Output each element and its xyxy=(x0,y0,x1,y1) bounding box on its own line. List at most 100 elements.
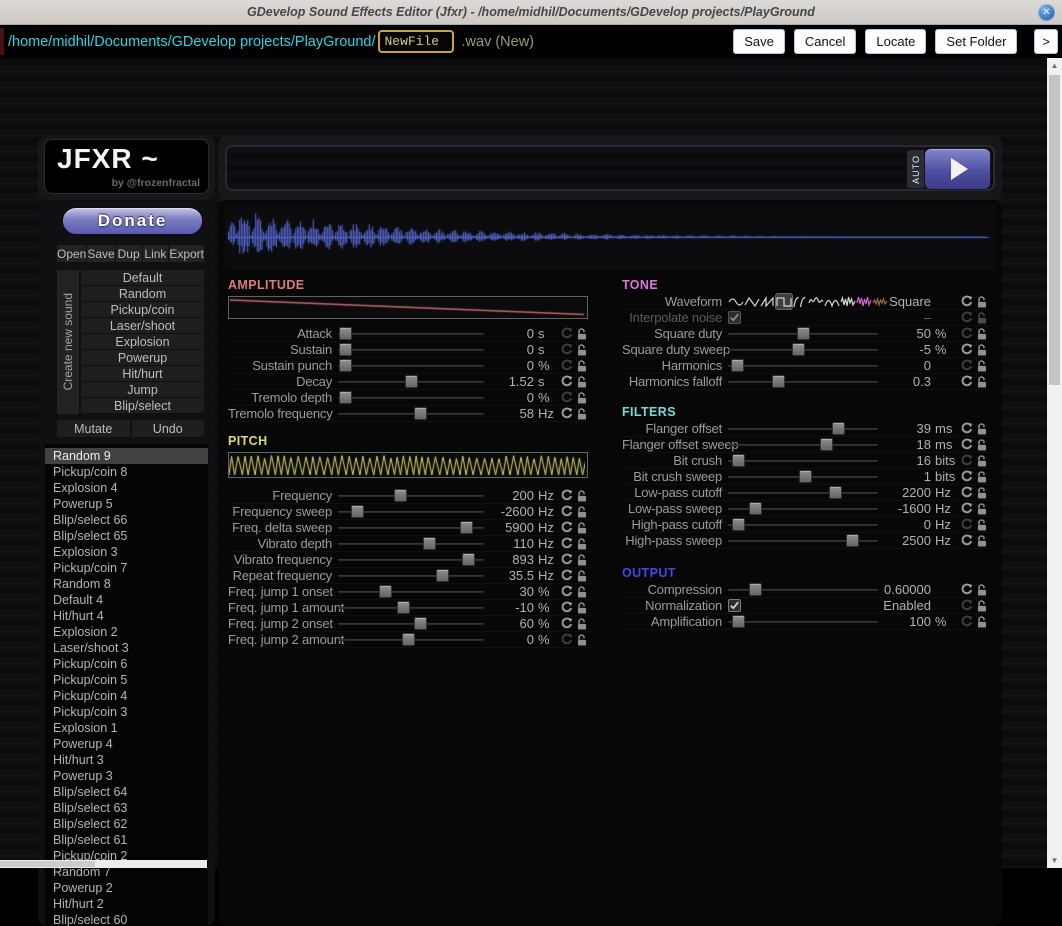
slider-thumb[interactable] xyxy=(731,359,744,372)
lock-open-icon[interactable] xyxy=(975,343,988,357)
lock-open-icon[interactable] xyxy=(975,359,988,373)
undo-button[interactable]: Undo xyxy=(132,420,205,437)
lock-open-icon[interactable] xyxy=(575,553,588,567)
lock-open-icon[interactable] xyxy=(975,599,988,613)
slider-track[interactable] xyxy=(728,358,878,374)
sound-list-item[interactable]: Blip/select 62 xyxy=(45,816,208,832)
slider-track[interactable] xyxy=(338,600,484,616)
reset-icon[interactable] xyxy=(560,375,573,389)
sound-list-item[interactable]: Pickup/coin 6 xyxy=(45,656,208,672)
sound-list-item[interactable]: Pickup/coin 7 xyxy=(45,560,208,576)
sound-list-item[interactable]: Pickup/coin 8 xyxy=(45,464,208,480)
slider-track[interactable] xyxy=(728,614,878,630)
lock-open-icon[interactable] xyxy=(975,454,988,468)
slider-track[interactable] xyxy=(728,342,878,358)
preset-pickup-coin[interactable]: Pickup/coin xyxy=(81,302,204,317)
lock-open-icon[interactable] xyxy=(975,502,988,516)
waveform-whitenoise-icon[interactable] xyxy=(840,294,856,309)
reset-icon[interactable] xyxy=(560,359,573,373)
sound-list-item[interactable]: Blip/select 66 xyxy=(45,512,208,528)
sound-list-item[interactable]: Blip/select 65 xyxy=(45,528,208,544)
slider-track[interactable] xyxy=(338,536,484,552)
preset-explosion[interactable]: Explosion xyxy=(81,334,204,349)
slider-thumb[interactable] xyxy=(405,375,418,388)
slider-thumb[interactable] xyxy=(414,407,427,420)
sound-list-item[interactable]: Hit/hurt 2 xyxy=(45,896,208,912)
reset-icon[interactable] xyxy=(560,521,573,535)
reset-icon[interactable] xyxy=(960,599,973,613)
vertical-scrollbar-thumb[interactable] xyxy=(1049,75,1060,385)
sound-list-item[interactable]: Blip/select 64 xyxy=(45,784,208,800)
lock-open-icon[interactable] xyxy=(575,633,588,647)
playback-progress-bar[interactable]: AUTO xyxy=(225,145,995,191)
slider-track[interactable] xyxy=(728,469,878,485)
reset-icon[interactable] xyxy=(560,327,573,341)
interpolate-noise-checkbox[interactable] xyxy=(728,311,741,324)
slider-thumb[interactable] xyxy=(792,343,805,356)
reset-icon[interactable] xyxy=(960,583,973,597)
waveform-triangle-icon[interactable] xyxy=(744,294,760,309)
reset-icon[interactable] xyxy=(560,343,573,357)
lock-open-icon[interactable] xyxy=(575,521,588,535)
reset-icon[interactable] xyxy=(560,391,573,405)
waveform-tangent-icon[interactable] xyxy=(792,294,808,309)
slider-thumb[interactable] xyxy=(339,343,352,356)
reset-icon[interactable] xyxy=(960,343,973,357)
slider-track[interactable] xyxy=(728,533,878,549)
lock-open-icon[interactable] xyxy=(975,486,988,500)
sound-list-item[interactable]: Explosion 3 xyxy=(45,544,208,560)
lock-open-icon[interactable] xyxy=(575,601,588,615)
reset-icon[interactable] xyxy=(560,617,573,631)
waveform-sine-icon[interactable] xyxy=(728,294,744,309)
waveform-brownnoise-icon[interactable] xyxy=(872,294,888,309)
reset-icon[interactable] xyxy=(560,537,573,551)
lock-open-icon[interactable] xyxy=(975,470,988,484)
reset-icon[interactable] xyxy=(960,295,973,309)
slider-thumb[interactable] xyxy=(749,583,762,596)
sound-list-item[interactable]: Powerup 3 xyxy=(45,768,208,784)
slider-thumb[interactable] xyxy=(414,617,427,630)
lock-open-icon[interactable] xyxy=(575,489,588,503)
slider-thumb[interactable] xyxy=(436,569,449,582)
slider-track[interactable] xyxy=(728,582,878,598)
slider-thumb[interactable] xyxy=(394,489,407,502)
reset-icon[interactable] xyxy=(560,505,573,519)
waveform-breaker-icon[interactable] xyxy=(824,294,840,309)
preset-powerup[interactable]: Powerup xyxy=(81,350,204,365)
slider-thumb[interactable] xyxy=(749,502,762,515)
slider-thumb[interactable] xyxy=(423,537,436,550)
lock-open-icon[interactable] xyxy=(975,295,988,309)
locate-button[interactable]: Locate xyxy=(865,29,926,54)
reset-icon[interactable] xyxy=(960,359,973,373)
lock-open-icon[interactable] xyxy=(575,617,588,631)
sound-list-item[interactable]: Explosion 4 xyxy=(45,480,208,496)
reset-icon[interactable] xyxy=(560,489,573,503)
reset-icon[interactable] xyxy=(960,422,973,436)
sound-list-item[interactable]: Explosion 1 xyxy=(45,720,208,736)
sound-list-item[interactable]: Random 9 xyxy=(45,448,208,464)
slider-thumb[interactable] xyxy=(397,601,410,614)
slider-thumb[interactable] xyxy=(732,518,745,531)
scroll-down-icon[interactable]: ▼ xyxy=(1047,853,1062,868)
horizontal-scrollbar[interactable] xyxy=(0,860,207,868)
slider-thumb[interactable] xyxy=(462,553,475,566)
lock-open-icon[interactable] xyxy=(575,327,588,341)
sound-list-item[interactable]: Hit/hurt 4 xyxy=(45,608,208,624)
reset-icon[interactable] xyxy=(960,438,973,452)
slider-thumb[interactable] xyxy=(829,486,842,499)
reset-icon[interactable] xyxy=(960,518,973,532)
lock-open-icon[interactable] xyxy=(575,569,588,583)
slider-track[interactable] xyxy=(728,453,878,469)
sound-list-item[interactable]: Pickup/coin 4 xyxy=(45,688,208,704)
slider-thumb[interactable] xyxy=(732,454,745,467)
reset-icon[interactable] xyxy=(960,375,973,389)
slider-track[interactable] xyxy=(338,358,484,374)
reset-icon[interactable] xyxy=(960,454,973,468)
slider-track[interactable] xyxy=(728,501,878,517)
lock-open-icon[interactable] xyxy=(975,311,988,325)
reset-icon[interactable] xyxy=(560,553,573,567)
link-sound-button[interactable]: Link xyxy=(143,245,169,262)
waveform-whistle-icon[interactable] xyxy=(808,294,824,309)
slider-track[interactable] xyxy=(728,326,878,342)
reset-icon[interactable] xyxy=(560,601,573,615)
